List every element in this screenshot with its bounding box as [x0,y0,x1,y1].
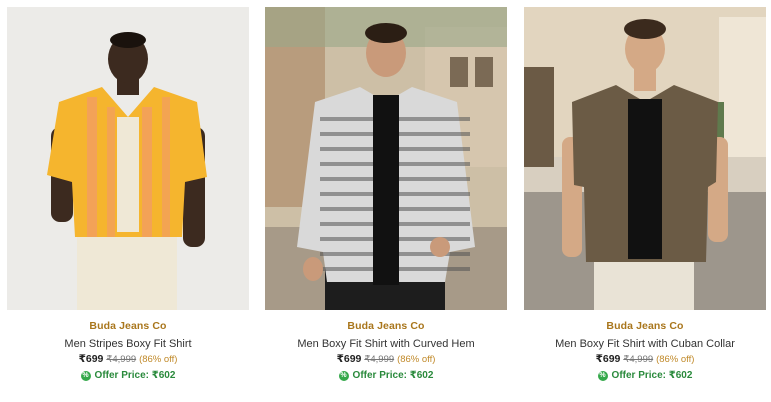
product-card[interactable]: Buda Jeans Co Men Boxy Fit Shirt with Cu… [265,7,507,381]
mrp-price: ₹4,999 [106,354,137,365]
price-row: ₹699 ₹4,999 (86% off) [524,353,766,366]
brand-name[interactable]: Buda Jeans Co [524,320,766,332]
offer-price: % Offer Price: ₹602 [265,370,507,381]
price-row: ₹699 ₹4,999 (86% off) [7,353,249,366]
mrp-price: ₹4,999 [364,354,395,365]
offer-price-label: Offer Price: ₹602 [94,370,176,381]
product-image[interactable] [265,7,507,310]
product-card[interactable]: Buda Jeans Co Men Stripes Boxy Fit Shirt… [7,7,249,381]
product-title[interactable]: Men Boxy Fit Shirt with Curved Hem [265,338,507,350]
discount-label: (86% off) [656,354,695,365]
offer-price-label: Offer Price: ₹602 [611,370,693,381]
brand-name[interactable]: Buda Jeans Co [7,320,249,332]
selling-price: ₹699 [78,353,104,365]
selling-price: ₹699 [336,353,362,365]
discount-label: (86% off) [397,354,436,365]
price-row: ₹699 ₹4,999 (86% off) [265,353,507,366]
offer-tag-icon: % [338,370,349,381]
product-image[interactable] [524,7,766,310]
product-grid: Buda Jeans Co Men Stripes Boxy Fit Shirt… [0,0,771,402]
offer-price: % Offer Price: ₹602 [524,370,766,381]
product-card[interactable]: Buda Jeans Co Men Boxy Fit Shirt with Cu… [524,7,766,381]
product-image[interactable] [7,7,249,310]
mrp-price: ₹4,999 [623,354,654,365]
selling-price: ₹699 [595,353,621,365]
discount-label: (86% off) [139,354,178,365]
offer-price: % Offer Price: ₹602 [7,370,249,381]
product-title[interactable]: Men Boxy Fit Shirt with Cuban Collar [524,338,766,350]
offer-tag-icon: % [80,370,91,381]
product-title[interactable]: Men Stripes Boxy Fit Shirt [7,338,249,350]
offer-price-label: Offer Price: ₹602 [352,370,434,381]
offer-tag-icon: % [597,370,608,381]
brand-name[interactable]: Buda Jeans Co [265,320,507,332]
